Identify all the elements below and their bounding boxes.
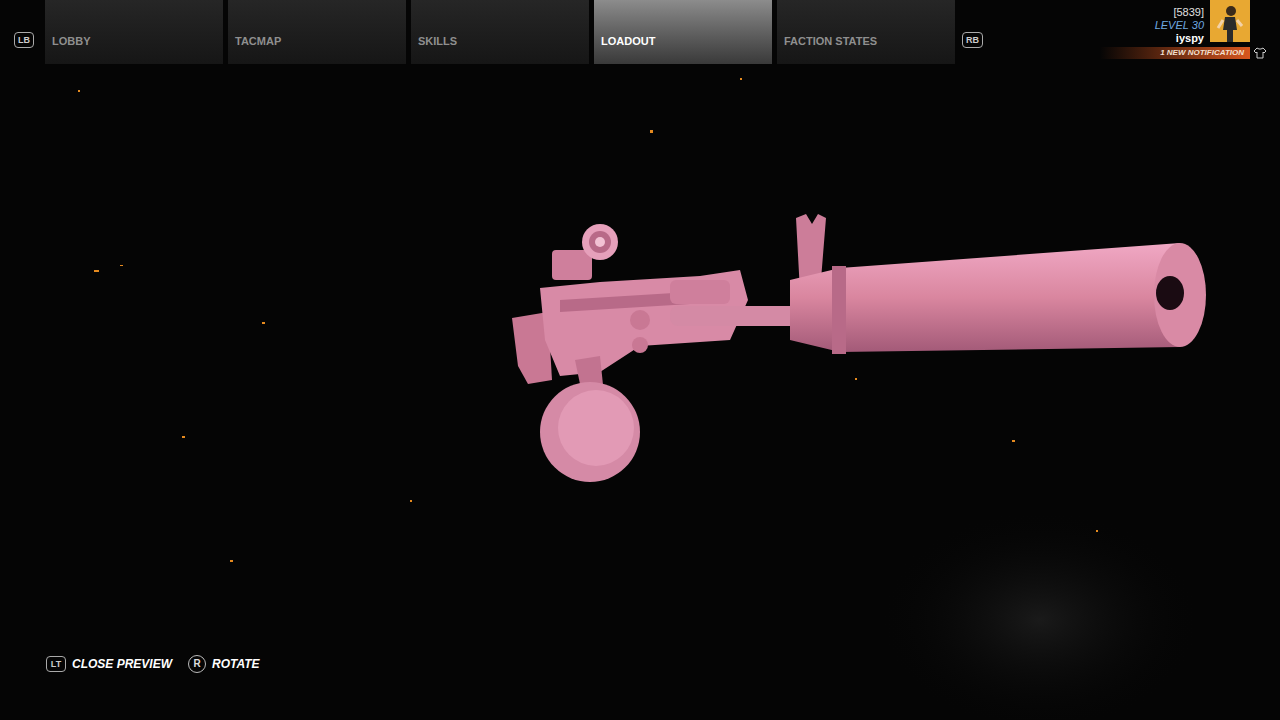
tab-label: TACMAP	[235, 36, 281, 47]
nav-tab[interactable]: LOADOUT	[594, 0, 772, 64]
control-hint[interactable]: R ROTATE	[188, 655, 260, 673]
tab-label: FACTION STATES	[784, 36, 877, 47]
control-label: CLOSE PREVIEW	[72, 655, 172, 673]
nav-tab[interactable]: FACTION STATES	[777, 0, 955, 64]
player-text: [5839]LEVEL 30iyspy	[1155, 0, 1204, 45]
weapon-preview-icon[interactable]	[0, 0, 1280, 720]
control-label: ROTATE	[212, 655, 260, 673]
player-panel: [5839]LEVEL 30iyspy 1 NEW NOTIFICATION	[1100, 0, 1280, 59]
loadout-screen: LB LOBBY TACMAP SKILLS LOADOUT FACTION STATES…	[0, 0, 1280, 720]
tab-bar: LB LOBBY TACMAP SKILLS LOADOUT FACTION STATES…	[14, 0, 983, 64]
button-badge: RB	[962, 32, 983, 48]
preview-area[interactable]	[0, 72, 1280, 624]
player-level: LEVEL 30	[1155, 19, 1204, 32]
notification-bar[interactable]: 1 NEW NOTIFICATION	[1100, 47, 1250, 59]
notification-row[interactable]: 1 NEW NOTIFICATION	[1100, 47, 1266, 59]
player-id: [5839]	[1173, 6, 1204, 19]
control-hint[interactable]: LT CLOSE PREVIEW	[46, 655, 172, 673]
top-bar: LB LOBBY TACMAP SKILLS LOADOUT FACTION STATES…	[0, 0, 1280, 72]
avatar-icon[interactable]	[1210, 0, 1250, 42]
tab-label: LOBBY	[52, 36, 91, 47]
button-badge: LB	[14, 32, 34, 48]
button-badge: R	[188, 655, 206, 673]
player-info: [5839]LEVEL 30iyspy	[1155, 0, 1250, 45]
nav-tab[interactable]: TACMAP	[228, 0, 406, 64]
nav-tab[interactable]: SKILLS	[411, 0, 589, 64]
controls-bar: LT CLOSE PREVIEW R ROTATE	[0, 624, 1280, 720]
shirt-icon[interactable]	[1254, 47, 1266, 59]
notification-text: 1 NEW NOTIFICATION	[1160, 49, 1244, 57]
button-badge: LT	[46, 656, 66, 672]
tab-label: LOADOUT	[601, 36, 655, 47]
player-name: iyspy	[1176, 32, 1204, 45]
nav-tab[interactable]: LOBBY	[45, 0, 223, 64]
tab-label: SKILLS	[418, 36, 457, 47]
